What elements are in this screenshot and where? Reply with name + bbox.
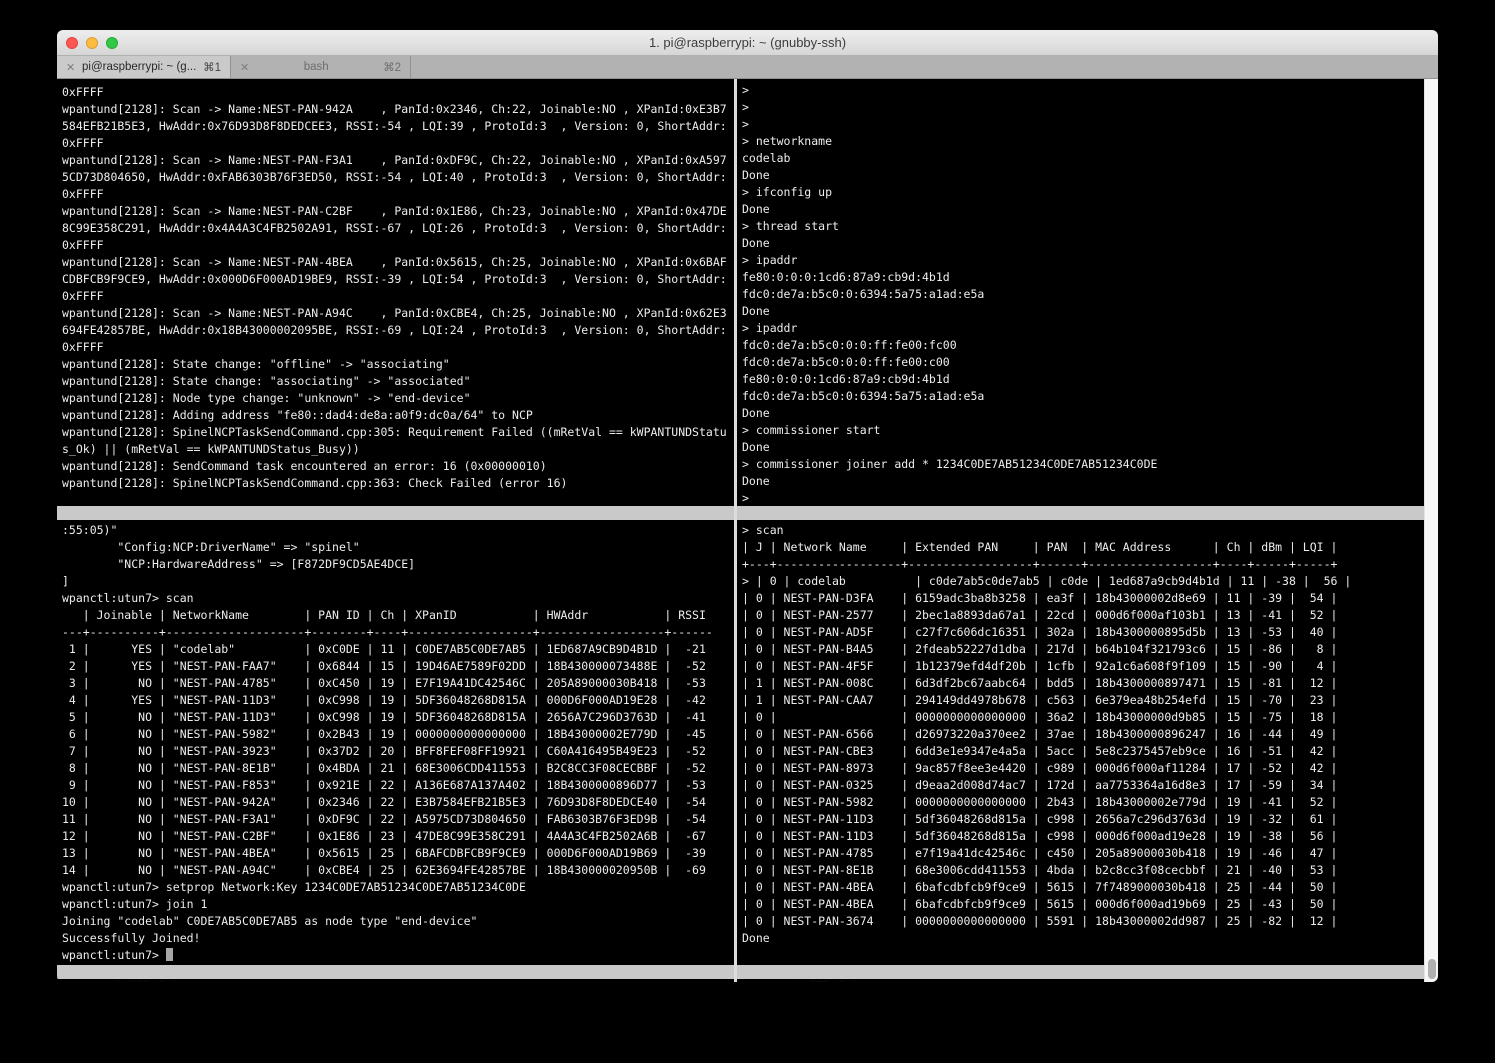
scrollbar[interactable] xyxy=(1424,79,1438,982)
tab-label: bash xyxy=(255,61,377,73)
tab-shortcut: ⌘1 xyxy=(203,60,221,74)
tab-bar-filler xyxy=(411,56,1438,78)
pane-ncp-joiner[interactable]: :55:05)" "Config:NCP:DriverName" => "spi… xyxy=(57,520,734,965)
status-label: 4 FTD Joiner xyxy=(796,979,879,982)
window-title: 1. pi@raspberrypi: ~ (gnubby-ssh) xyxy=(57,30,1438,56)
status-bar-ftd-joiner: 4 FTD Joiner xyxy=(737,965,1424,979)
terminal-window: 1. pi@raspberrypi: ~ (gnubby-ssh) ✕ pi@r… xyxy=(57,30,1438,982)
pane-divider[interactable] xyxy=(734,79,737,982)
scrollbar-thumb[interactable] xyxy=(1428,959,1436,979)
pane-wpantund-log[interactable]: 0xFFFF wpantund[2128]: Scan -> Name:NEST… xyxy=(57,79,734,506)
status-label: 1 NCP Joiner xyxy=(116,979,199,982)
status-bar-wpantund: 0 wpantund xyxy=(57,506,734,520)
close-tab-icon[interactable]: ✕ xyxy=(66,61,75,74)
terminal-output: :55:05)" "Config:NCP:DriverName" => "spi… xyxy=(62,522,734,947)
terminal-output: 0xFFFF wpantund[2128]: Scan -> Name:NEST… xyxy=(62,84,734,492)
pane-ftd-commissioner[interactable]: > > > > networkname codelab Done > ifcon… xyxy=(737,79,1424,506)
close-tab-icon[interactable]: ✕ xyxy=(240,61,249,74)
tab-bash[interactable]: ✕ bash ⌘2 xyxy=(231,56,411,78)
prompt-line: wpanctl:utun7> xyxy=(62,947,734,964)
tab-shortcut: ⌘2 xyxy=(383,60,401,74)
window-titlebar[interactable]: 1. pi@raspberrypi: ~ (gnubby-ssh) xyxy=(57,30,1438,56)
text-cursor xyxy=(166,948,173,961)
terminal-output: > > > > networkname codelab Done > ifcon… xyxy=(742,82,1424,506)
tab-bar: ✕ pi@raspberrypi: ~ (g... ⌘1 ✕ bash ⌘2 xyxy=(57,56,1438,79)
tab-ssh-session[interactable]: ✕ pi@raspberrypi: ~ (g... ⌘1 xyxy=(57,56,231,78)
status-bar-ftd-commissioner: 3 FTD Commissioner xyxy=(737,506,1424,520)
terminal-content: 0xFFFF wpantund[2128]: Scan -> Name:NEST… xyxy=(57,79,1438,982)
shell-prompt: wpanctl:utun7> xyxy=(62,948,166,962)
pane-ftd-joiner[interactable]: > scan | J | Network Name | Extended PAN… xyxy=(737,520,1424,965)
tab-label: pi@raspberrypi: ~ (g... xyxy=(81,61,197,73)
terminal-output: > scan | J | Network Name | Extended PAN… xyxy=(742,522,1424,947)
status-bar-ncp-joiner: 1 NCP Joiner xyxy=(57,965,734,979)
